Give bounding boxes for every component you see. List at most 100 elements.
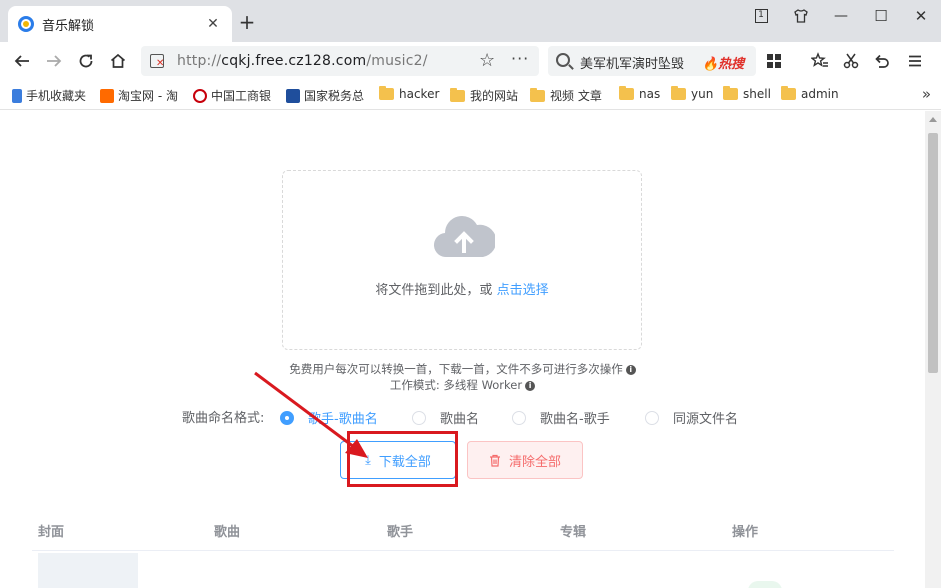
scissors-icon <box>843 53 859 69</box>
radio-label: 歌手-歌曲名 <box>308 412 378 427</box>
info-icon[interactable]: i <box>625 364 636 375</box>
upload-dropzone[interactable]: 将文件拖到此处，或 点击选择 <box>282 170 642 350</box>
trash-icon <box>489 454 500 467</box>
hamburger-icon <box>909 55 921 67</box>
undo-button[interactable] <box>870 49 894 73</box>
column-cover: 封面 <box>38 525 65 540</box>
url-scheme: http:// <box>177 53 222 69</box>
folder-icon <box>781 86 796 100</box>
screenshot-button[interactable] <box>839 49 863 73</box>
info-icon[interactable]: i <box>525 380 536 391</box>
home-button[interactable] <box>106 49 130 73</box>
worker-mode-tip: 工作模式: 多线程 Worker i <box>0 377 925 393</box>
naming-format-label: 歌曲命名格式: <box>182 411 265 426</box>
tab-title: 音乐解锁 <box>42 18 95 34</box>
bookmark-folder[interactable]: 我的网站 <box>450 87 518 104</box>
bookmark-folder[interactable]: 视频 文章 <box>530 87 602 104</box>
page-scrollbar[interactable] <box>925 111 941 588</box>
arrow-right-icon <box>47 55 62 67</box>
browser-tab[interactable]: 音乐解锁 ✕ <box>8 6 232 42</box>
usage-tip: 免费用户每次可以转换一首，下载一首，文件不多可进行多次操作 i <box>0 361 925 377</box>
radio-checked-icon <box>280 410 294 425</box>
close-window-button[interactable]: ✕ <box>906 4 936 28</box>
bookmark-star-icon[interactable]: ☆ <box>479 50 495 71</box>
bookmark-label: 我的网站 <box>470 89 519 103</box>
bookmark-label: nas <box>639 87 661 101</box>
folder-icon <box>723 86 738 100</box>
tab-strip: 音乐解锁 ✕ + 1 — ☐ ✕ <box>0 0 941 42</box>
browser-toolbar: http://cqkj.free.cz128.com/music2/ ☆ ···… <box>0 42 941 80</box>
bookmark-item[interactable]: 手机收藏夹 <box>12 87 86 104</box>
url-host: cqkj.free.cz128.com <box>221 53 367 69</box>
usage-tip-text: 免费用户每次可以转换一首，下载一首，文件不多可进行多次操作 <box>289 362 623 376</box>
icbc-icon <box>193 88 207 103</box>
maximize-button[interactable]: ☐ <box>866 4 896 28</box>
radio-unchecked-icon <box>512 410 526 425</box>
scroll-thumb[interactable] <box>928 133 938 373</box>
radio-title[interactable]: 歌曲名 <box>412 408 479 427</box>
skin-button[interactable] <box>786 4 816 28</box>
bookmark-label: yun <box>691 87 714 101</box>
minimize-button[interactable]: — <box>826 4 856 28</box>
bookmark-label: 手机收藏夹 <box>26 89 87 103</box>
tab-close-icon[interactable]: ✕ <box>204 16 222 32</box>
bookmark-folder[interactable]: hacker <box>379 86 439 101</box>
bookmark-label: 淘宝网 - 淘 <box>118 89 178 103</box>
bookmarks-overflow-button[interactable]: » <box>922 85 931 103</box>
bookmark-folder[interactable]: nas <box>619 86 661 101</box>
bookmark-item[interactable]: 中国工商银 <box>193 87 271 104</box>
bookmark-folder[interactable]: shell <box>723 86 771 101</box>
taobao-icon <box>100 88 114 103</box>
scroll-up-arrow-icon[interactable] <box>929 117 937 122</box>
choose-file-link[interactable]: 点击选择 <box>497 283 549 298</box>
home-icon <box>110 53 126 68</box>
arrow-left-icon <box>14 55 29 67</box>
radio-source-filename[interactable]: 同源文件名 <box>645 408 738 427</box>
album-cover-thumbnail <box>38 553 138 588</box>
favorites-button[interactable] <box>808 49 832 73</box>
reload-button[interactable] <box>74 49 98 73</box>
column-artist: 歌手 <box>387 525 414 540</box>
address-url[interactable]: http://cqkj.free.cz128.com/music2/ <box>177 53 428 69</box>
address-bar[interactable]: http://cqkj.free.cz128.com/music2/ ☆ ··· <box>141 46 539 76</box>
more-dots-icon[interactable]: ··· <box>511 49 529 68</box>
search-query[interactable]: 美军机军演时坠毁 <box>580 53 684 72</box>
folder-icon <box>530 87 545 102</box>
folder-icon <box>619 86 634 100</box>
radio-label: 歌曲名 <box>440 412 480 427</box>
reload-icon <box>79 54 93 68</box>
star-list-icon <box>811 52 828 67</box>
insecure-shield-icon[interactable] <box>150 54 164 69</box>
search-icon <box>556 53 570 67</box>
bookmark-folder[interactable]: admin <box>781 86 839 101</box>
undo-icon <box>875 54 889 68</box>
radio-artist-title[interactable]: 歌手-歌曲名 <box>280 408 378 427</box>
bookmark-item[interactable]: 淘宝网 - 淘 <box>100 87 178 104</box>
forward-button[interactable] <box>42 49 66 73</box>
tab-count-button[interactable]: 1 <box>746 4 776 28</box>
radio-label: 同源文件名 <box>673 412 739 427</box>
radio-title-artist[interactable]: 歌曲名-歌手 <box>512 408 610 427</box>
hot-search-badge[interactable]: 🔥热搜 <box>702 53 744 72</box>
folder-icon <box>671 86 686 100</box>
row-action-button[interactable] <box>748 581 782 588</box>
clear-all-button[interactable]: 清除全部 <box>467 441 583 479</box>
page-content: 将文件拖到此处，或 点击选择 免费用户每次可以转换一首，下载一首，文件不多可进行… <box>0 111 925 588</box>
shirt-icon <box>794 9 808 23</box>
bookmark-folder[interactable]: yun <box>671 86 714 101</box>
search-box[interactable]: 美军机军演时坠毁 🔥热搜 <box>548 46 756 76</box>
clear-all-label: 清除全部 <box>508 454 561 470</box>
apps-button[interactable] <box>762 49 786 73</box>
back-button[interactable] <box>10 49 34 73</box>
bookmarks-bar: 手机收藏夹 淘宝网 - 淘 中国工商银 国家税务总 hacker 我的网站 视频… <box>0 80 941 110</box>
column-actions: 操作 <box>732 525 759 540</box>
bookmark-label: 中国工商银 <box>211 89 272 103</box>
upload-hint-text: 将文件拖到此处，或 <box>375 283 497 298</box>
site-logo-icon <box>18 16 34 32</box>
new-tab-button[interactable]: + <box>236 12 258 32</box>
column-song: 歌曲 <box>214 525 241 540</box>
bookmark-item[interactable]: 国家税务总 <box>286 87 364 104</box>
cloud-upload-icon <box>434 216 495 258</box>
bookmark-label: 视频 文章 <box>550 89 602 103</box>
menu-button[interactable] <box>903 49 927 73</box>
